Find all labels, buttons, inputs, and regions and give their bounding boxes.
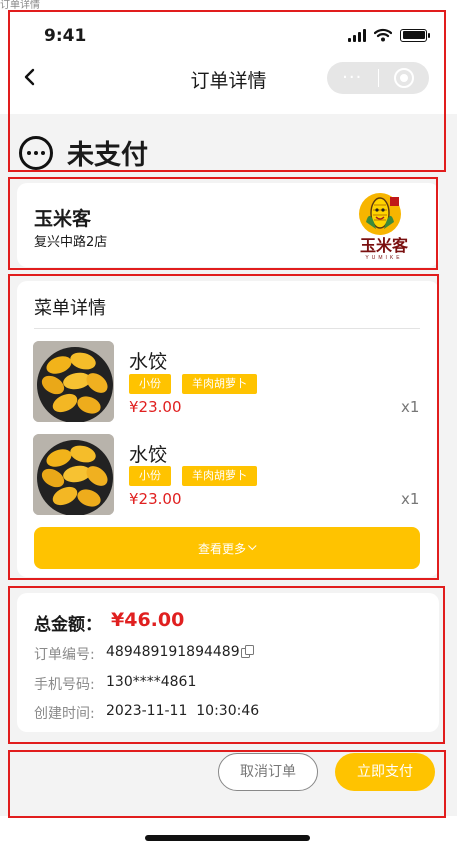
food-image bbox=[33, 434, 114, 515]
status-time: 9:41 bbox=[44, 26, 87, 46]
food-tag: 小份 bbox=[129, 374, 171, 394]
order-number: 489489191894489 bbox=[106, 644, 240, 660]
home-indicator bbox=[145, 835, 310, 841]
created-time-label: 创建时间: bbox=[34, 706, 95, 722]
chevron-down-icon bbox=[248, 541, 257, 551]
total-label: 总金额： bbox=[34, 615, 102, 635]
close-mini-program-button[interactable] bbox=[379, 68, 430, 88]
food-tag: 羊肉胡萝卜 bbox=[182, 374, 257, 394]
more-menu-button[interactable]: ··· bbox=[327, 62, 378, 94]
food-quantity: x1 bbox=[401, 490, 420, 508]
view-more-label: 查看更多 bbox=[197, 541, 246, 556]
close-ring-icon bbox=[393, 68, 414, 88]
menu-divider bbox=[34, 328, 420, 329]
store-logo-text: 玉米客 bbox=[360, 236, 409, 255]
pay-now-button[interactable]: 立即支付 bbox=[335, 753, 435, 791]
food-image bbox=[33, 341, 114, 422]
cellular-signal-icon bbox=[348, 28, 366, 42]
food-name: 水饺 bbox=[129, 351, 168, 373]
pending-icon bbox=[19, 135, 53, 170]
store-logo: 玉米客 YUMIKE bbox=[346, 189, 420, 261]
food-tag: 小份 bbox=[129, 466, 171, 486]
store-address: 复兴中路2店 bbox=[34, 235, 108, 250]
document-label: 订单详情 bbox=[0, 0, 40, 11]
food-quantity: x1 bbox=[401, 398, 420, 416]
phone-label: 手机号码: bbox=[34, 677, 95, 693]
mini-program-capsule: ··· bbox=[327, 62, 429, 94]
cancel-order-button[interactable]: 取消订单 bbox=[218, 753, 318, 791]
status-icons bbox=[348, 28, 430, 42]
copy-icon[interactable] bbox=[241, 645, 255, 659]
battery-icon bbox=[400, 28, 430, 42]
food-price: ¥23.00 bbox=[129, 398, 182, 416]
menu-title: 菜单详情 bbox=[34, 298, 106, 319]
created-time: 2023-11-11 10:30:46 bbox=[106, 703, 260, 719]
store-logo-subtext: YUMIKE bbox=[365, 255, 402, 261]
order-number-label: 订单编号: bbox=[34, 647, 95, 663]
order-status: 未支付 bbox=[19, 133, 148, 172]
total-amount: ¥46.00 bbox=[111, 609, 185, 631]
view-more-button[interactable]: 查看更多 bbox=[34, 527, 420, 569]
store-name: 玉米客 bbox=[34, 208, 92, 230]
food-price: ¥23.00 bbox=[129, 490, 182, 508]
food-name: 水饺 bbox=[129, 444, 168, 466]
navigation-area bbox=[0, 0, 457, 114]
order-status-text: 未支付 bbox=[67, 140, 148, 171]
wifi-icon bbox=[374, 28, 392, 42]
phone-number: 130****4861 bbox=[106, 674, 197, 690]
food-tag: 羊肉胡萝卜 bbox=[182, 466, 257, 486]
